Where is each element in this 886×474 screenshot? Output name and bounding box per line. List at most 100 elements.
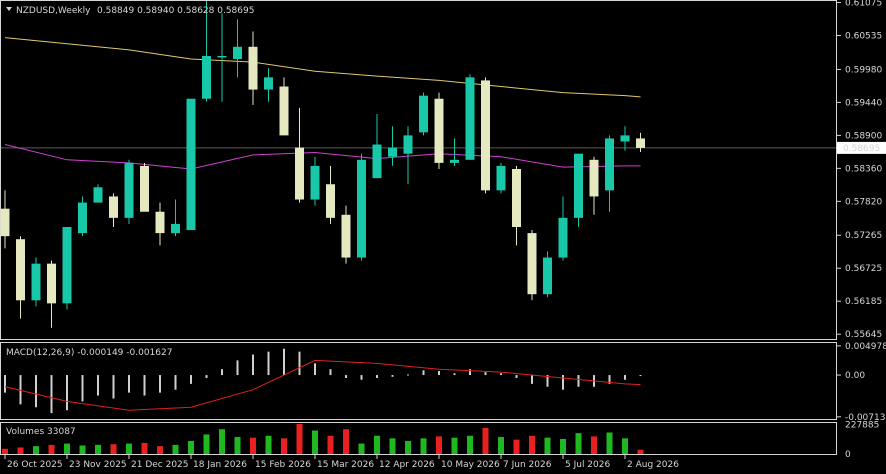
volume-bar: [33, 446, 39, 454]
macd-histogram-bar: [345, 375, 347, 378]
macd-histogram-bar: [4, 375, 6, 393]
time-tick-label: 2 Aug 2026: [627, 460, 679, 470]
macd-histogram-bar: [438, 370, 440, 376]
candle-body: [0, 208, 10, 237]
nzdusd-weekly-chart[interactable]: NZDUSD,Weekly 0.58849 0.58940 0.58628 0.…: [0, 0, 886, 474]
macd-histogram-bar: [562, 375, 564, 390]
candle-body: [434, 98, 444, 163]
volume-bar: [513, 439, 520, 454]
volume-bar: [591, 436, 597, 454]
candle-body: [388, 147, 397, 157]
candle-body: [93, 187, 103, 203]
candle-body: [496, 165, 506, 191]
time-tick-label: 15 Feb 2026: [255, 460, 311, 470]
price-tick-label: 0.56725: [845, 264, 882, 274]
dropdown-triangle-icon[interactable]: [6, 7, 12, 11]
volume-bar: [2, 448, 8, 454]
main-panel[interactable]: NZDUSD,Weekly 0.58849 0.58940 0.58628 0.…: [0, 0, 886, 340]
macd-histogram-bar: [298, 351, 301, 376]
macd-histogram-bar: [50, 375, 53, 414]
macd-panel[interactable]: MACD(12,26,9) -0.000149 -0.001627 0.0049…: [0, 342, 886, 423]
candle-body: [109, 196, 118, 218]
volume-bar: [17, 447, 24, 454]
candle-body: [357, 159, 366, 258]
price-tick-label: 0.61075: [845, 0, 882, 9]
volumes-panel[interactable]: Volumes 33087 227885 0: [0, 420, 880, 460]
candle-body: [124, 162, 134, 218]
volume-bar: [250, 437, 256, 454]
current-price-tag-text: 0.58695: [843, 144, 880, 154]
volume-bar: [436, 436, 442, 454]
macd-histogram-bar: [128, 375, 130, 393]
candle-body: [403, 135, 413, 154]
time-tick-label: 15 Mar 2026: [317, 460, 374, 470]
volume-bar: [64, 443, 70, 454]
moving-average-slow: [4, 37, 641, 98]
macd-histogram-bar: [174, 375, 177, 390]
volume-bar: [79, 445, 86, 454]
candle-body: [16, 239, 25, 301]
time-axis: 26 Oct 2025 23 Nov 2025 21 Dec 2025 18 Jan …: [4, 455, 679, 470]
volume-bar: [544, 437, 551, 454]
macd-histogram-bar: [81, 375, 84, 402]
candle-body: [326, 184, 335, 218]
candle-body: [341, 214, 351, 258]
macd-histogram-bar: [314, 363, 316, 376]
volume-bar: [219, 429, 225, 454]
macd-histogram-bar: [484, 372, 487, 376]
price-tick-label: 0.60535: [845, 32, 882, 42]
candle-body: [248, 46, 258, 90]
candle-body: [233, 46, 242, 60]
candle-body: [419, 95, 428, 133]
macd-histogram-bar: [236, 360, 239, 376]
candle-body: [589, 159, 599, 197]
macd-histogram-bar: [531, 375, 533, 384]
price-tick-label: 0.55645: [845, 330, 882, 340]
macd-tick-label: 0.004978: [845, 342, 886, 352]
volume-tick-label: 0: [845, 450, 851, 460]
ohlc-label: 0.58849 0.58940 0.58628 0.58695: [97, 6, 254, 16]
time-tick-label: 21 Dec 2025: [131, 460, 189, 470]
macd-histogram-bar: [360, 375, 363, 380]
macd-histogram-bar: [500, 373, 502, 376]
macd-histogram-bar: [469, 369, 471, 376]
volume-bar: [622, 438, 628, 454]
price-tick-label: 0.59980: [845, 65, 882, 75]
volume-bar: [141, 442, 148, 454]
volume-bar: [529, 435, 535, 454]
candle-body: [620, 135, 630, 142]
macd-histogram-bar: [283, 348, 285, 376]
volume-bar: [281, 438, 287, 454]
macd-histogram-bar: [515, 375, 518, 378]
price-tick-label: 0.57820: [845, 197, 882, 207]
volume-bar: [374, 435, 380, 454]
time-tick-label: 12 Apr 2026: [379, 460, 435, 470]
chart-title: NZDUSD,Weekly 0.58849 0.58940 0.58628 0.…: [6, 6, 254, 16]
macd-histogram-bar: [329, 369, 332, 376]
candle-body: [31, 263, 41, 301]
macd-histogram-bar: [205, 375, 208, 378]
price-tick-label: 0.58900: [845, 131, 882, 141]
candle-body: [186, 98, 196, 231]
volume-bar: [265, 435, 272, 454]
macd-histogram-bar: [252, 354, 254, 376]
candle-body: [512, 168, 521, 227]
volume-bar: [157, 446, 163, 454]
macd-histogram-bar: [190, 375, 192, 384]
candle-body: [62, 227, 72, 304]
macd-histogram-bar: [422, 370, 425, 376]
volume-bar: [467, 435, 473, 454]
candle-body: [310, 165, 320, 200]
volume-bar: [405, 440, 411, 454]
volume-bar: [389, 438, 396, 454]
volume-bar: [451, 437, 458, 454]
macd-histogram-bar: [159, 375, 161, 393]
volume-bar: [48, 444, 55, 454]
volume-bar: [126, 443, 132, 454]
volume-bar: [498, 437, 504, 454]
candle-body: [372, 144, 382, 179]
candle-body: [155, 211, 165, 234]
volume-bar: [296, 424, 303, 454]
price-tick-label: 0.58360: [845, 164, 882, 174]
candle-body: [140, 165, 149, 212]
